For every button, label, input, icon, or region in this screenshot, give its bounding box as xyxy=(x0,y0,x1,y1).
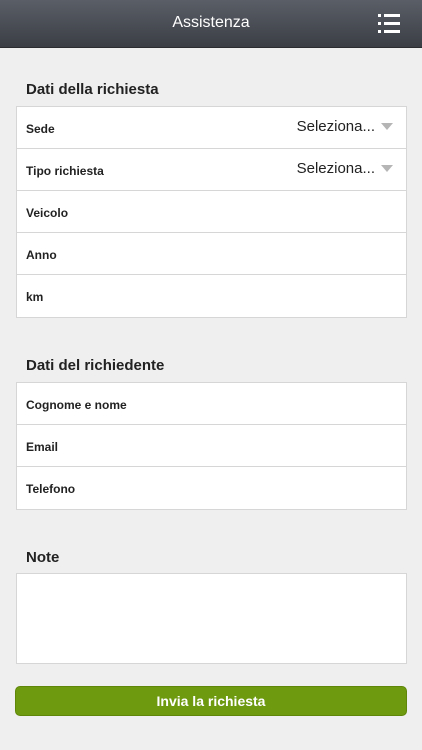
navbar: Assistenza xyxy=(0,0,422,48)
notes-textarea[interactable] xyxy=(16,573,407,664)
km-label: km xyxy=(26,290,44,304)
requester-section-title: Dati del richiedente xyxy=(26,357,165,374)
anno-label: Anno xyxy=(26,248,57,262)
veicolo-label: Veicolo xyxy=(26,206,69,220)
phone-label: Telefono xyxy=(26,482,76,496)
tipo-richiesta-value: Seleziona... xyxy=(296,160,375,177)
phone-field[interactable]: Telefono xyxy=(17,467,406,509)
email-field[interactable]: Email xyxy=(17,425,406,467)
requester-fields-group: Cognome e nome Email Telefono xyxy=(16,382,407,510)
name-field[interactable]: Cognome e nome xyxy=(17,383,406,425)
name-label: Cognome e nome xyxy=(26,398,127,412)
chevron-down-icon xyxy=(381,123,393,130)
request-section-title: Dati della richiesta xyxy=(26,81,159,98)
request-fields-group: Sede Seleziona... Tipo richiesta Selezio… xyxy=(16,106,407,318)
anno-field[interactable]: Anno xyxy=(17,233,406,275)
sede-select[interactable]: Sede Seleziona... xyxy=(17,107,406,149)
veicolo-field[interactable]: Veicolo xyxy=(17,191,406,233)
chevron-down-icon xyxy=(381,165,393,172)
tipo-richiesta-select[interactable]: Tipo richiesta Seleziona... xyxy=(17,149,406,191)
page-title: Assistenza xyxy=(172,14,250,31)
email-label: Email xyxy=(26,440,59,454)
tipo-richiesta-label: Tipo richiesta xyxy=(26,164,104,178)
km-field[interactable]: km xyxy=(17,275,406,317)
notes-section-title: Note xyxy=(26,549,60,566)
submit-button[interactable]: Invia la richiesta xyxy=(15,686,407,716)
list-menu-icon[interactable] xyxy=(378,14,400,34)
sede-value: Seleziona... xyxy=(296,118,375,135)
sede-label: Sede xyxy=(26,122,55,136)
